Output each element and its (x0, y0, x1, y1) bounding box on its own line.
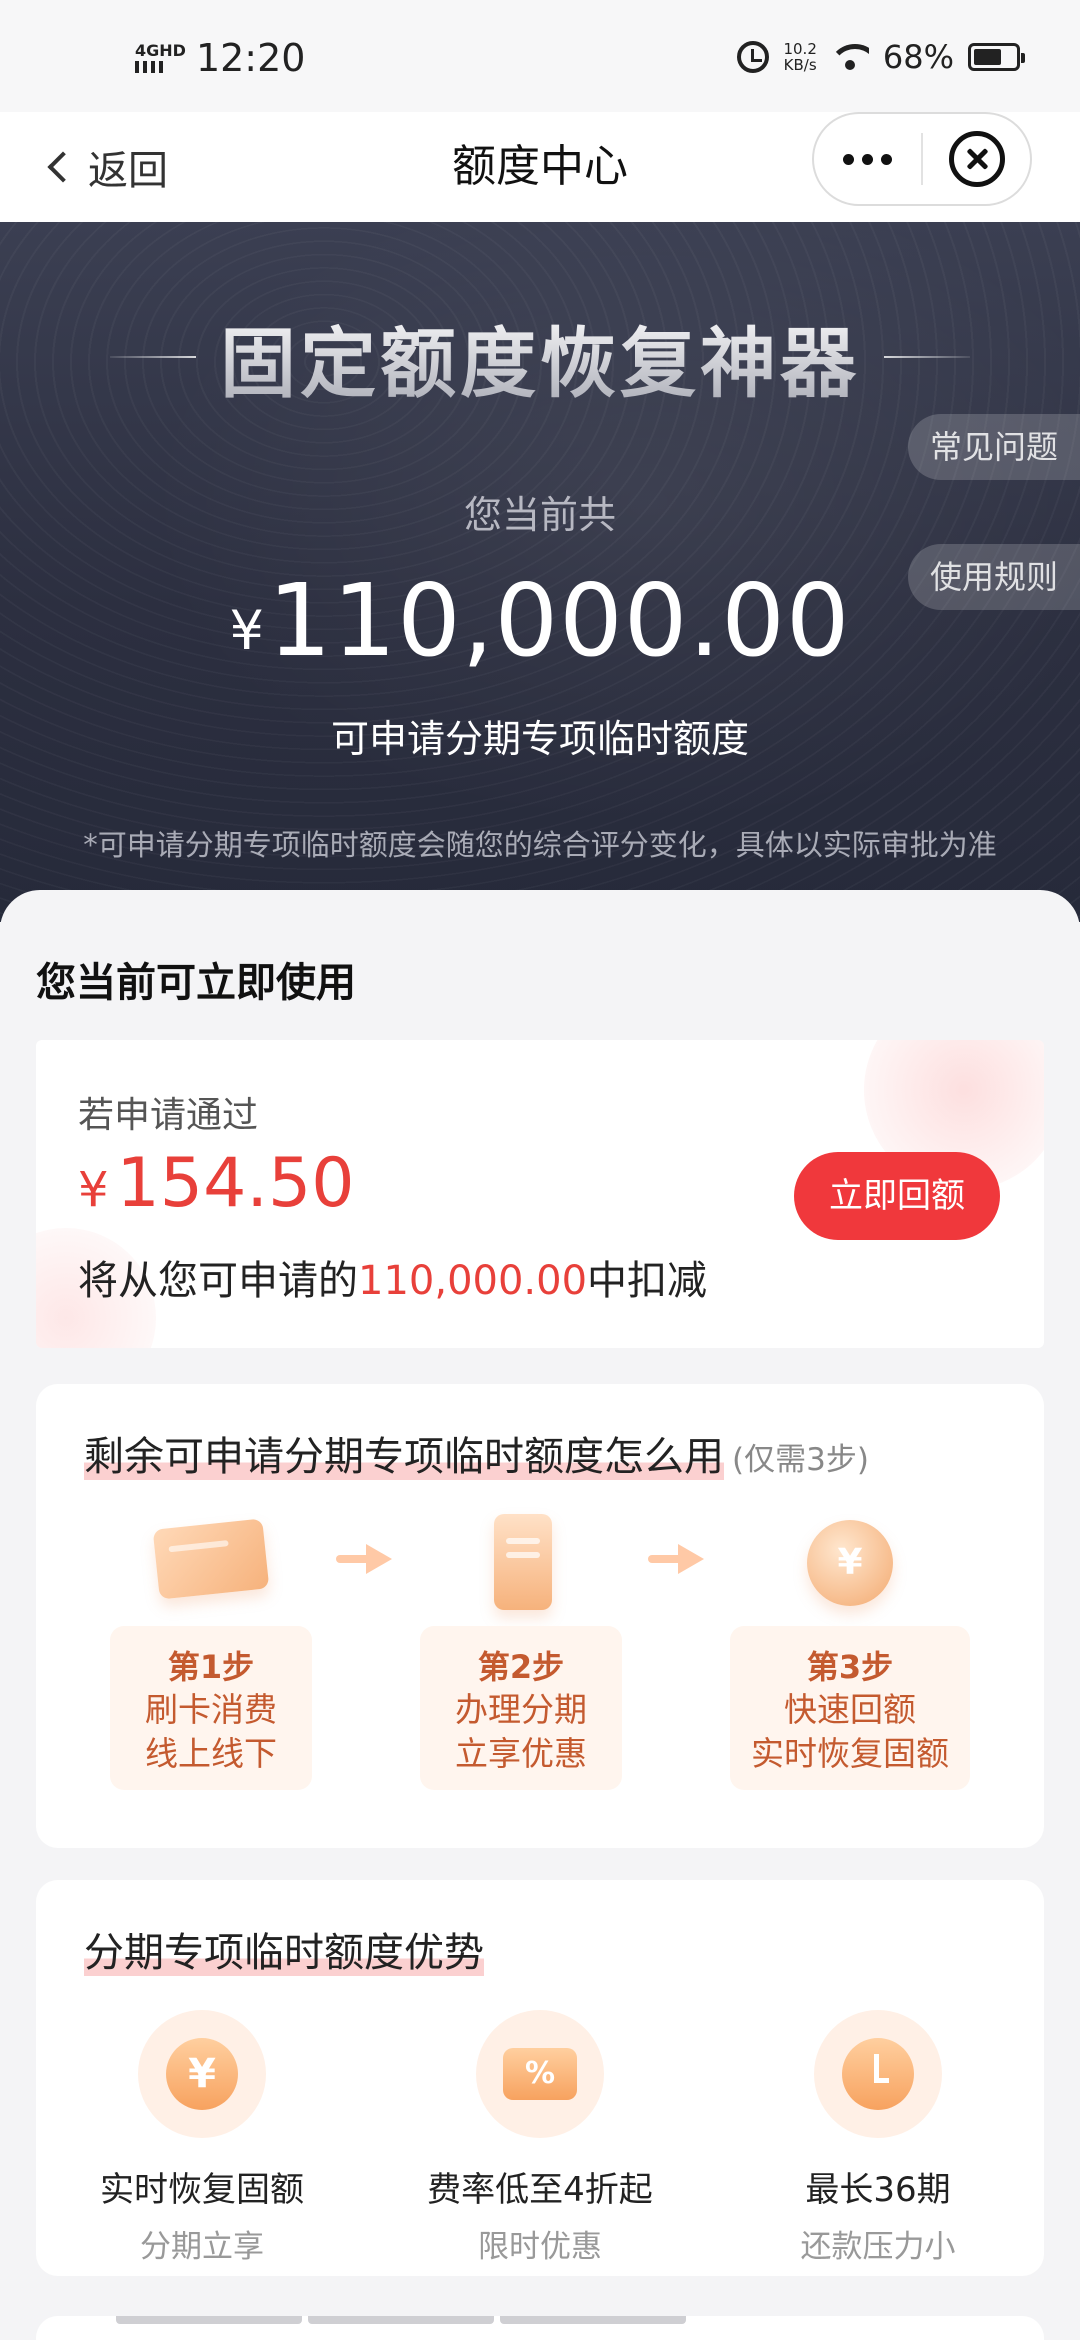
coin-stack-icon: ¥ (777, 1514, 923, 1610)
step-line2: 实时恢复固额 (751, 1734, 949, 1773)
repay-amount-value: 154.50 (116, 1144, 355, 1223)
advantage-subtitle: 限时优惠 (478, 2229, 602, 2265)
advantage-subtitle: 还款压力小 (800, 2229, 956, 2265)
advantage-item: 最长36期 还款压力小 (728, 2010, 1028, 2266)
step-line1: 刷卡消费 (145, 1690, 277, 1729)
more-dot-icon (843, 153, 854, 165)
repay-now-button[interactable]: 立即回额 (794, 1152, 1000, 1240)
advantage-title: 实时恢复固额 (100, 2170, 304, 2210)
howto-title: 剩余可申请分期专项临时额度怎么用 (仅需3步) (84, 1424, 869, 1482)
advantage-subtitle: 分期立享 (140, 2229, 264, 2265)
battery-percent: 68% (882, 38, 954, 76)
close-circle-icon (948, 131, 1005, 187)
close-button[interactable] (923, 114, 1030, 204)
step-box: 第2步 办理分期 立享优惠 (420, 1626, 622, 1790)
howto-card: 剩余可申请分期专项临时额度怎么用 (仅需3步) 第1步 刷卡消费 线上线下 第2步… (36, 1384, 1044, 1848)
signal-icon (135, 61, 169, 73)
tab-strip (116, 2316, 686, 2324)
alarm-icon (737, 41, 770, 73)
section-heading: 您当前可立即使用 (36, 960, 356, 1006)
step-box: 第3步 快速回额 实时恢复固额 (730, 1626, 970, 1790)
title-rule-right (884, 356, 970, 358)
deduct-prefix: 将从您可申请的 (78, 1258, 358, 1304)
step-box: 第1步 刷卡消费 线上线下 (110, 1626, 312, 1790)
hero-disclaimer: *可申请分期专项临时额度会随您的综合评分变化，具体以实际审批为准 (83, 828, 997, 862)
arrow-right-icon (336, 1544, 394, 1574)
deduct-amount: 110,000.00 (358, 1258, 588, 1304)
advantages-title: 分期专项临时额度优势 (84, 1920, 484, 1978)
status-left: 4GHD 12:20 (135, 36, 305, 80)
total-amount-value: 110,000.00 (267, 562, 851, 679)
net-speed-unit: KB/s (783, 56, 817, 74)
total-amount: ¥110,000.00 (0, 562, 1080, 679)
advantages-title-text: 分期专项临时额度优势 (84, 1930, 484, 1976)
more-dot-icon (881, 153, 892, 165)
content-sheet: 您当前可立即使用 若申请通过 ¥154.50 将从您可申请的110,000.00… (0, 890, 1080, 2340)
net-speed: 10.2 KB/s (783, 41, 816, 73)
repay-card: 若申请通过 ¥154.50 将从您可申请的110,000.00中扣减 立即回额 (36, 1040, 1044, 1348)
next-card-peek (36, 2316, 1044, 2340)
howto-title-text: 剩余可申请分期专项临时额度怎么用 (84, 1434, 724, 1480)
discount-ticket-icon: % (476, 2010, 604, 2138)
hero-description: 可申请分期专项临时额度 (330, 717, 749, 761)
more-button[interactable] (814, 114, 921, 204)
yen-icon: ¥ (138, 2010, 266, 2138)
step-name: 第3步 (806, 1648, 894, 1686)
repay-amount: ¥154.50 (78, 1144, 354, 1223)
battery-icon (968, 43, 1025, 71)
status-right: 10.2 KB/s 68% (737, 38, 1025, 76)
step-name: 第2步 (477, 1648, 565, 1686)
title-rule-left (110, 356, 196, 358)
wifi-icon (830, 42, 869, 72)
hero-subtitle: 您当前共 (463, 493, 616, 537)
nav-bar: 返回 额度中心 (0, 112, 1080, 222)
steps-row: 第1步 刷卡消费 线上线下 第2步 办理分期 立享优惠 ¥ 第3步 快速回额 实… (36, 1514, 1044, 1814)
hero-banner: 固定额度恢复神器 常见问题 使用规则 您当前共 ¥110,000.00 可申请分… (0, 222, 1080, 922)
status-bar: 4GHD 12:20 10.2 KB/s 68% (0, 0, 1080, 112)
total-currency: ¥ (229, 599, 264, 662)
hero-title-row: 固定额度恢复神器 (0, 302, 1080, 412)
faq-button[interactable]: 常见问题 (908, 414, 1080, 480)
hero-title: 固定额度恢复神器 (220, 302, 860, 412)
step-line1: 快速回额 (784, 1690, 916, 1729)
howto-hint: (仅需3步) (732, 1442, 869, 1478)
step-line2: 线上线下 (145, 1734, 277, 1773)
step-name: 第1步 (167, 1648, 255, 1686)
if-approved-label: 若申请通过 (78, 1095, 259, 1136)
battery-fill (974, 49, 1002, 65)
arrow-right-icon (648, 1544, 706, 1574)
advantages-card: 分期专项临时额度优势 ¥ 实时恢复固额 分期立享 % 费率低至4折起 限时优惠 … (36, 1880, 1044, 2276)
deduct-suffix: 中扣减 (587, 1258, 708, 1304)
credit-card-icon (138, 1514, 284, 1610)
advantage-item: % 费率低至4折起 限时优惠 (390, 2010, 690, 2266)
clock-icon (814, 2010, 942, 2138)
advantage-title: 最长36期 (805, 2170, 951, 2210)
deduct-text: 将从您可申请的110,000.00中扣减 (78, 1248, 707, 1306)
step-line2: 立享优惠 (455, 1734, 587, 1773)
status-time: 12:20 (195, 36, 306, 80)
repay-currency: ¥ (78, 1162, 109, 1218)
more-dot-icon (862, 153, 873, 165)
network-indicator: 4GHD (135, 43, 186, 73)
step-line1: 办理分期 (455, 1690, 587, 1729)
net-speed-value: 10.2 (783, 40, 817, 58)
network-label: 4GHD (135, 41, 186, 60)
advantage-item: ¥ 实时恢复固额 分期立享 (52, 2010, 352, 2266)
mini-program-capsule (812, 112, 1032, 206)
advantage-title: 费率低至4折起 (427, 2170, 653, 2210)
phone-icon (448, 1514, 594, 1610)
